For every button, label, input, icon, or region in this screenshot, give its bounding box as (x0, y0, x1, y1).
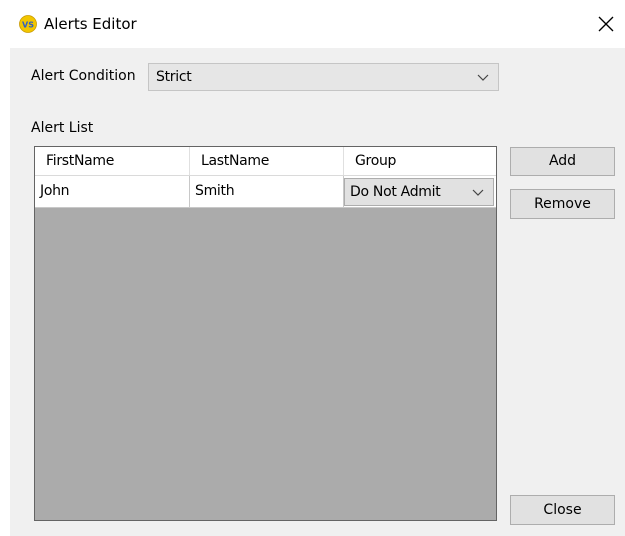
title-bar[interactable]: VS Alerts Editor (0, 0, 625, 48)
column-header-lastname[interactable]: LastName (190, 147, 344, 175)
remove-button[interactable]: Remove (510, 189, 615, 219)
svg-text:VS: VS (22, 21, 34, 30)
chevron-down-icon (477, 74, 489, 81)
cell-last-name[interactable]: Smith (190, 176, 344, 207)
column-header-firstname[interactable]: FirstName (35, 147, 190, 175)
vs-app-icon: VS (19, 15, 37, 33)
alert-condition-value: Strict (156, 69, 192, 85)
close-button[interactable]: Close (510, 495, 615, 525)
chevron-down-icon (472, 189, 484, 196)
cell-group-value: Do Not Admit (350, 184, 441, 200)
alert-list-label: Alert List (31, 120, 94, 136)
alert-list-grid[interactable]: FirstName LastName Group John Smith Do N… (34, 146, 497, 521)
cell-group-dropdown[interactable]: Do Not Admit (344, 178, 494, 206)
alert-condition-label: Alert Condition (31, 68, 136, 84)
alert-condition-dropdown[interactable]: Strict (148, 63, 499, 91)
close-icon[interactable] (595, 13, 617, 35)
dialog-body: Alert Condition Strict Alert List FirstN… (10, 48, 625, 536)
window-title: Alerts Editor (44, 15, 137, 33)
cell-first-name[interactable]: John (35, 176, 190, 207)
column-header-group[interactable]: Group (344, 147, 496, 175)
table-row[interactable]: John Smith Do Not Admit (35, 176, 496, 208)
alerts-editor-window: VS Alerts Editor Alert Condition Strict … (0, 0, 625, 536)
add-button[interactable]: Add (510, 147, 615, 176)
grid-header-row: FirstName LastName Group (35, 147, 496, 176)
